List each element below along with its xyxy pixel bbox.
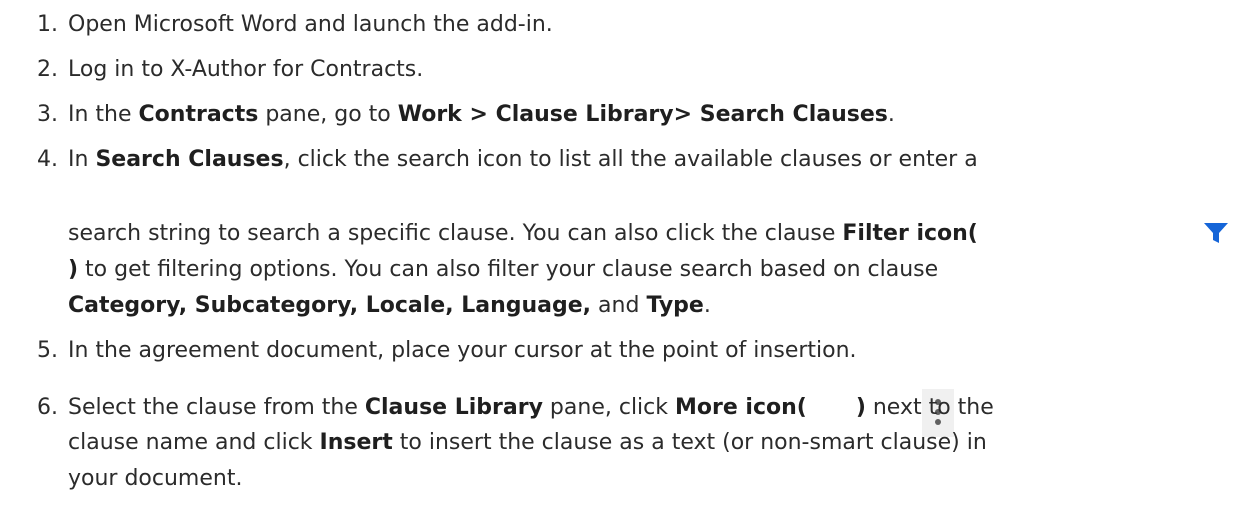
step-text-part: next to the	[865, 395, 994, 420]
step-text-part: pane, go to	[258, 102, 398, 127]
ui-term-close-paren: )	[855, 395, 866, 420]
step-text-part: In the	[68, 102, 139, 127]
icon-spacer	[807, 395, 856, 420]
ui-term-search-clauses: Search Clauses	[95, 147, 284, 172]
ui-term-clause-library: Clause Library	[364, 395, 543, 420]
step-text-part: clause name and click	[68, 430, 320, 455]
ui-term-type: Type	[646, 293, 704, 318]
ui-term-contracts: Contracts	[138, 102, 259, 127]
ui-term-nav-path: Work > Clause Library> Search Clauses	[397, 102, 888, 127]
step-text-part: Log in to X-Author for Contracts.	[68, 57, 424, 82]
step-number: 4.	[37, 147, 58, 172]
step-text-part: search string to search a specific claus…	[68, 221, 843, 246]
ui-term-filter-icon: Filter icon(	[842, 221, 978, 246]
step-text-part: .	[887, 102, 895, 127]
step-text-part: In	[68, 147, 96, 172]
step-text-part: .	[703, 293, 711, 318]
step-text-part: Select the clause from the	[68, 395, 365, 420]
step-text: Open Microsoft Word and launch the add-i…	[68, 10, 553, 40]
filter-icon	[1204, 223, 1228, 243]
ui-term-more-icon: More icon(	[675, 395, 807, 420]
step-number: 6.	[37, 395, 58, 420]
ui-term-filter-fields: Category, Subcategory, Locale, Language,	[68, 293, 592, 318]
step-6-line-3: your document.	[68, 464, 242, 494]
step-text-part: pane, click	[542, 395, 675, 420]
step-number: 1.	[37, 12, 58, 37]
step-4-line-3: ) to get filtering options. You can also…	[68, 255, 938, 285]
ui-term-close-paren: )	[68, 257, 79, 282]
step-text-part: In the agreement document, place your cu…	[68, 338, 857, 363]
step-text-part: to get filtering options. You can also f…	[78, 257, 939, 282]
step-text-part: your document.	[68, 466, 243, 491]
step-text-part: , click the search icon to list all the …	[283, 147, 978, 172]
step-text: In the agreement document, place your cu…	[68, 336, 857, 366]
ui-term-insert: Insert	[319, 430, 393, 455]
step-6-line-2: clause name and click Insert to insert t…	[68, 428, 987, 458]
step-text-part: to insert the clause as a text (or non-s…	[392, 430, 987, 455]
step-text-part: and	[591, 293, 647, 318]
step-text-part: Open Microsoft Word and launch the add-i…	[68, 12, 553, 37]
step-number: 3.	[37, 102, 58, 127]
step-text: In Search Clauses, click the search icon…	[68, 145, 978, 175]
step-number: 2.	[37, 57, 58, 82]
step-text: Select the clause from the Clause Librar…	[68, 393, 994, 423]
step-4-line-4: Category, Subcategory, Locale, Language,…	[68, 291, 711, 321]
step-4-line-2: search string to search a specific claus…	[68, 219, 978, 249]
step-text: In the Contracts pane, go to Work > Clau…	[68, 100, 895, 130]
step-text: Log in to X-Author for Contracts.	[68, 55, 423, 85]
step-number: 5.	[37, 338, 58, 363]
